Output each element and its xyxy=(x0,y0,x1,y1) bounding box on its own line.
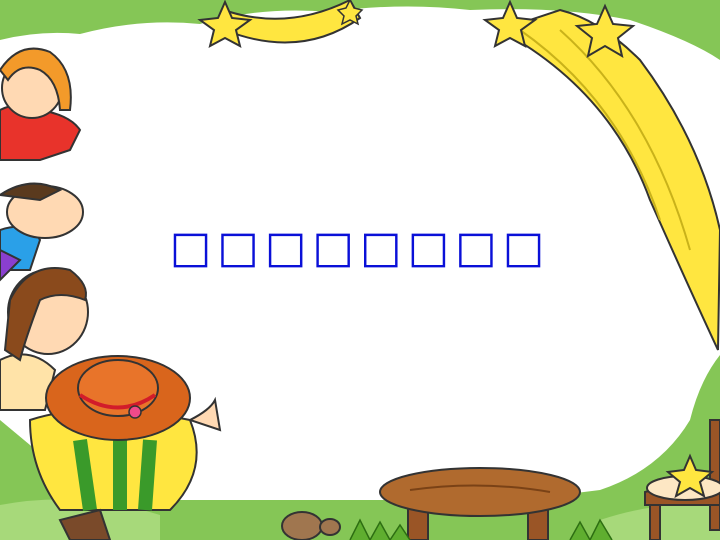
slide-title: □□□□□□□□ xyxy=(169,222,551,273)
rock-icon xyxy=(281,511,323,540)
rock-icon xyxy=(319,518,341,536)
slide: □□□□□□□□ xyxy=(0,0,720,540)
hat-flower xyxy=(128,405,142,419)
